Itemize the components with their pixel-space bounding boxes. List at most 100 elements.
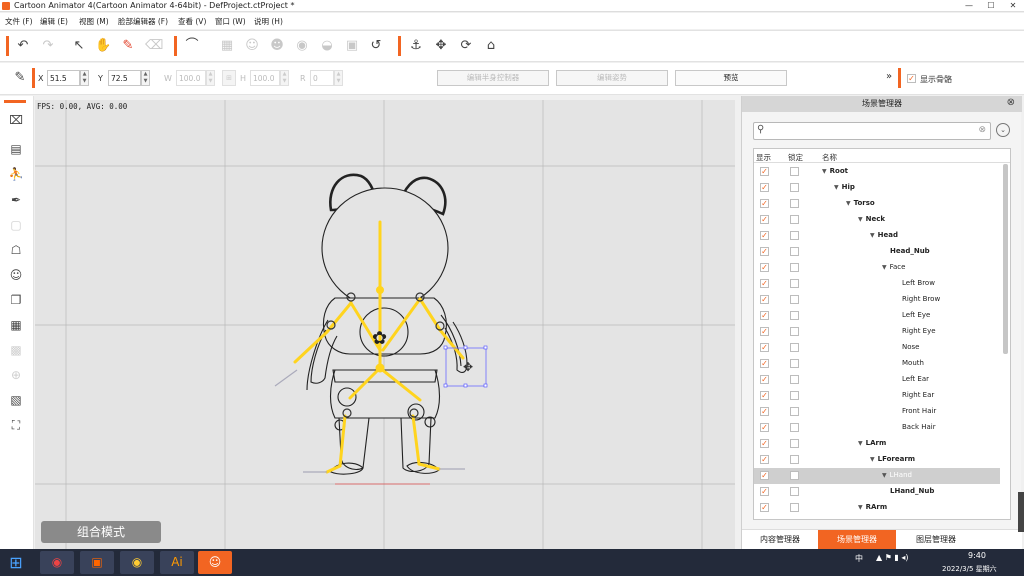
tree-row[interactable]: ✓ Left Brow	[754, 276, 1000, 292]
hand-transform-icon[interactable]: ✋	[95, 38, 111, 54]
tree-node-label[interactable]: Nose	[902, 343, 919, 351]
tree-node-label[interactable]: ▼ Hip	[834, 183, 855, 191]
panel-close-icon[interactable]: ⊗	[1007, 97, 1015, 108]
expand-arrow-icon[interactable]: ▼	[870, 232, 875, 239]
rotate-icon[interactable]: ⟳	[458, 38, 474, 54]
tree-node-label[interactable]: ▼ Face	[882, 263, 905, 271]
window-scrollbar[interactable]	[1018, 492, 1024, 532]
home-icon[interactable]: ⌂	[483, 38, 499, 54]
move-icon[interactable]: ✥	[433, 38, 449, 54]
tree-node-label[interactable]: Right Brow	[902, 295, 940, 303]
head-icon[interactable]: ☺	[8, 267, 24, 283]
tab-content-manager[interactable]: 内容管理器	[742, 530, 818, 550]
tree-row[interactable]: ✓ ▼ LHand	[754, 468, 1000, 484]
lock-checkbox[interactable]	[790, 327, 799, 336]
tree-scrollbar[interactable]	[1003, 164, 1008, 354]
lock-checkbox[interactable]	[790, 311, 799, 320]
visible-checkbox[interactable]: ✓	[760, 247, 769, 256]
lock-checkbox[interactable]	[790, 375, 799, 384]
expand-arrow-icon[interactable]: ▼	[858, 440, 863, 447]
visible-checkbox[interactable]: ✓	[760, 407, 769, 416]
face-puppet-icon[interactable]: ☖	[8, 242, 24, 258]
tree-row[interactable]: ✓ ▼ Hip	[754, 180, 1000, 196]
tree-row[interactable]: ✓ ▼ Root	[754, 164, 1000, 180]
tree-node-label[interactable]: Left Brow	[902, 279, 935, 287]
expand-arrow-icon[interactable]: ▼	[882, 264, 887, 271]
h-spinner[interactable]: ▲ ▼	[280, 70, 289, 86]
visible-checkbox[interactable]: ✓	[760, 455, 769, 464]
menu-window[interactable]: 窗口 (W)	[215, 16, 246, 27]
mesh-icon[interactable]: ▩	[8, 342, 24, 358]
tree-node-label[interactable]: LHand_Nub	[890, 487, 934, 495]
lock-checkbox[interactable]	[790, 231, 799, 240]
clock-date[interactable]: 2022/3/5 星期六	[942, 564, 997, 574]
show-bones-checkbox[interactable]: ✓	[907, 74, 916, 83]
clear-search-icon[interactable]: ⊗	[978, 125, 986, 135]
visible-checkbox[interactable]: ✓	[760, 471, 769, 480]
menu-view[interactable]: 视图 (M)	[79, 16, 109, 27]
tab-layer-manager[interactable]: 图层管理器	[896, 530, 976, 550]
tree-row[interactable]: ✓ Mouth	[754, 356, 1000, 372]
tree-row[interactable]: ✓ Left Eye	[754, 308, 1000, 324]
select-arrow-icon[interactable]: ↖	[71, 38, 87, 54]
tree-row[interactable]: ✓ Nose	[754, 340, 1000, 356]
tree-row[interactable]: ✓ ▼ Neck	[754, 212, 1000, 228]
maximize-button[interactable]: ☐	[980, 0, 1002, 11]
ime-indicator[interactable]: 中	[855, 553, 863, 564]
r-spinner[interactable]: ▲ ▼	[334, 70, 343, 86]
search-options-icon[interactable]: ⌄	[996, 123, 1010, 137]
face-key-icon[interactable]: ☻	[269, 38, 285, 54]
tree-node-label[interactable]: ▼ RArm	[858, 503, 887, 511]
visible-checkbox[interactable]: ✓	[760, 391, 769, 400]
clock-time[interactable]: 9:40	[968, 551, 986, 560]
tree-node-label[interactable]: Mouth	[902, 359, 924, 367]
visible-checkbox[interactable]: ✓	[760, 167, 769, 176]
visible-checkbox[interactable]: ✓	[760, 359, 769, 368]
tree-node-label[interactable]: ▼ Torso	[846, 199, 875, 207]
grid-icon[interactable]: ▦	[219, 38, 235, 54]
h-field[interactable]: 100.0	[250, 70, 280, 86]
tree-row[interactable]: ✓ Right Eye	[754, 324, 1000, 340]
visible-checkbox[interactable]: ✓	[760, 343, 769, 352]
lock-checkbox[interactable]	[790, 279, 799, 288]
lock-checkbox[interactable]	[790, 471, 799, 480]
visible-checkbox[interactable]: ✓	[760, 487, 769, 496]
menu-face-editor[interactable]: 脸部编辑器 (F)	[118, 16, 168, 27]
visible-checkbox[interactable]: ✓	[760, 215, 769, 224]
anchor-icon[interactable]: ⚓	[408, 38, 424, 54]
tab-scene-manager[interactable]: 场景管理器	[818, 530, 896, 550]
r-field[interactable]: 0	[310, 70, 334, 86]
menu-look[interactable]: 查看 (V)	[178, 16, 206, 27]
expand-arrow-icon[interactable]: ▼	[858, 216, 863, 223]
menu-edit[interactable]: 编辑 (E)	[40, 16, 68, 27]
lock-checkbox[interactable]	[790, 391, 799, 400]
close-button[interactable]: ✕	[1002, 0, 1024, 11]
tree-row[interactable]: ✓ ▼ LArm	[754, 436, 1000, 452]
lock-checkbox[interactable]	[790, 455, 799, 464]
head-shape-icon[interactable]: ⌒	[184, 38, 200, 54]
lock-checkbox[interactable]	[790, 503, 799, 512]
lock-checkbox[interactable]	[790, 247, 799, 256]
chrome-taskbar-icon-2[interactable]: ◉	[120, 551, 154, 574]
w-field[interactable]: 100.0	[176, 70, 206, 86]
menu-help[interactable]: 说明 (H)	[254, 16, 283, 27]
tree-row[interactable]: ✓ Back Hair	[754, 420, 1000, 436]
visible-checkbox[interactable]: ✓	[760, 295, 769, 304]
layer-icon[interactable]: ▢	[8, 217, 24, 233]
lock-checkbox[interactable]	[790, 215, 799, 224]
tree-node-label[interactable]: ▼ LHand	[882, 471, 912, 479]
visible-checkbox[interactable]: ✓	[760, 263, 769, 272]
tree-row[interactable]: ✓ ▼ Torso	[754, 196, 1000, 212]
grid-view-icon[interactable]: ▦	[8, 317, 24, 333]
lock-checkbox[interactable]	[790, 183, 799, 192]
tree-node-label[interactable]: ▼ Head	[870, 231, 898, 239]
tree-row[interactable]: ✓ Front Hair	[754, 404, 1000, 420]
start-button[interactable]: ⊞	[2, 551, 30, 574]
presentation-taskbar-icon[interactable]: ▣	[80, 551, 114, 574]
lock-checkbox[interactable]	[790, 487, 799, 496]
lock-checkbox[interactable]	[790, 439, 799, 448]
head-turn-icon[interactable]: ↺	[368, 38, 384, 54]
expand-arrow-icon[interactable]: ▼	[834, 184, 839, 191]
x-spinner[interactable]: ▲ ▼	[80, 70, 89, 86]
illustrator-taskbar-icon[interactable]: Ai	[160, 551, 194, 574]
